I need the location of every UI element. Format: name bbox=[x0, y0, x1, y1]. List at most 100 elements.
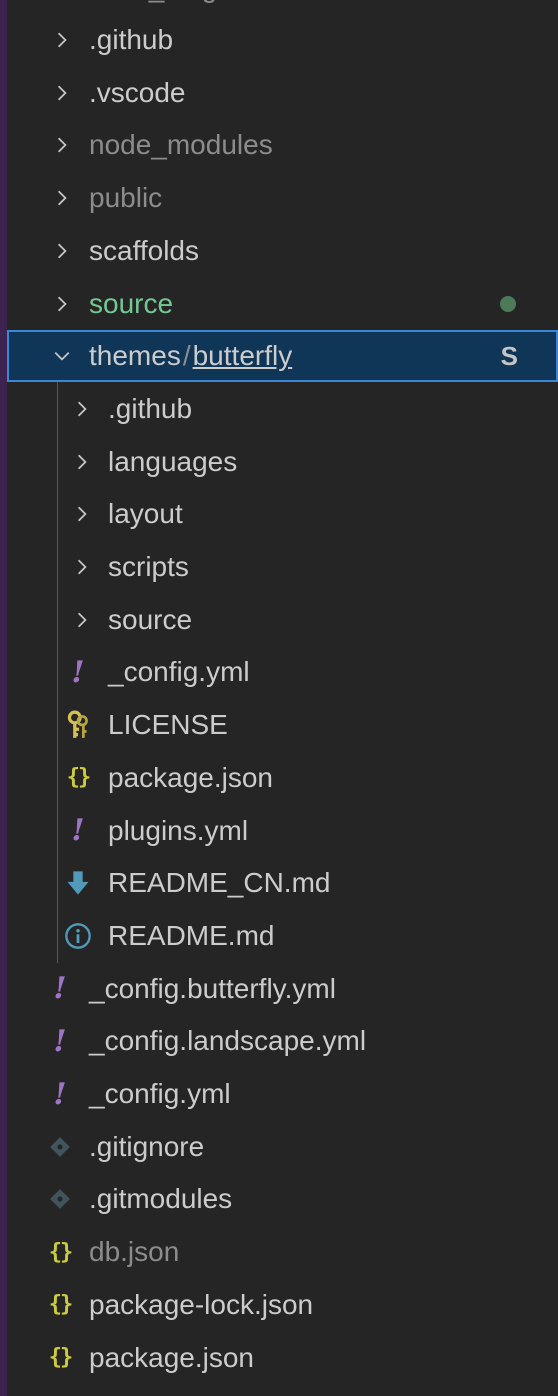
label-text: scripts bbox=[108, 551, 189, 582]
yaml-icon: ! bbox=[71, 654, 85, 690]
label-text: db.json bbox=[89, 1236, 180, 1268]
label-text: scaffolds bbox=[89, 234, 199, 266]
tree-item-source[interactable]: source bbox=[7, 278, 558, 330]
label-text: .gitmodules bbox=[89, 1183, 233, 1215]
chevron-right-icon bbox=[67, 383, 97, 435]
tree-item-label: _config.landscape.yml bbox=[89, 1015, 366, 1067]
tree-item-label: source bbox=[89, 278, 173, 330]
tree-item-plugins-yml-nested[interactable]: ! plugins.yml bbox=[7, 805, 558, 857]
tree-item-github[interactable]: .github bbox=[7, 14, 558, 66]
tree-item-label: source bbox=[108, 594, 192, 646]
tree-item-readme-cn-md-nested[interactable]: README_CN.md bbox=[7, 857, 558, 909]
tree-item-label: scripts bbox=[108, 541, 189, 593]
label-text: .github bbox=[89, 24, 174, 55]
tree-item-config-landscape-yml[interactable]: ! _config.landscape.yml bbox=[7, 1015, 558, 1067]
tree-item-label: README_CN.md bbox=[108, 857, 330, 909]
tree-item-scaffolds[interactable]: scaffolds bbox=[7, 225, 558, 277]
git-icon bbox=[45, 1121, 75, 1173]
tree-item-label: package.json bbox=[108, 752, 273, 804]
tree-item-label: .gitmodules bbox=[89, 1173, 232, 1225]
chevron-right-icon bbox=[67, 541, 97, 593]
tree-item-label: plugins.yml bbox=[108, 805, 248, 857]
chevron-right-icon bbox=[47, 278, 77, 330]
tree-item-gitmodules[interactable]: .gitmodules bbox=[7, 1173, 558, 1225]
chevron-right-icon bbox=[67, 436, 97, 488]
json-icon: {} bbox=[48, 1239, 73, 1265]
tree-item-gitignore[interactable]: .gitignore bbox=[7, 1121, 558, 1173]
submodule-name[interactable]: butterfly bbox=[193, 340, 293, 371]
label-text: README_CN.md bbox=[108, 867, 331, 899]
label-text: LICENSE bbox=[108, 709, 228, 741]
yaml-icon: ! bbox=[53, 1076, 67, 1112]
tree-item-scripts-nested[interactable]: scripts bbox=[7, 541, 558, 593]
json-icon: {} bbox=[48, 1292, 73, 1318]
tree-item-label: package.json bbox=[89, 1332, 254, 1384]
label-text: package.json bbox=[108, 761, 274, 793]
yaml-icon: ! bbox=[53, 971, 67, 1007]
label-text: layout bbox=[108, 498, 183, 530]
activity-edge bbox=[0, 0, 7, 1396]
chevron-right-icon bbox=[47, 225, 77, 277]
submodule-badge: S bbox=[500, 341, 518, 372]
label-text: _config.butterfly.yml bbox=[89, 972, 336, 1004]
json-icon: {} bbox=[48, 1345, 73, 1370]
label-text: _config.yml bbox=[89, 1078, 231, 1109]
tree-item-languages-nested[interactable]: languages bbox=[7, 436, 558, 488]
label-text: _config.landscape.yml bbox=[89, 1025, 367, 1057]
tree-item-node-modules[interactable]: node_modules bbox=[7, 119, 558, 171]
chevron-right-icon bbox=[47, 67, 77, 119]
tree-item-vscode[interactable]: .vscode bbox=[7, 67, 558, 119]
label-text: themes bbox=[89, 340, 181, 372]
tree-item-label: _config.yml bbox=[89, 1068, 231, 1120]
label-text: public bbox=[89, 182, 163, 214]
tree-item-layout-nested[interactable]: layout bbox=[7, 488, 558, 540]
tree-item-label: languages bbox=[108, 436, 237, 488]
markdown-download-icon bbox=[63, 857, 93, 909]
tree-item-package-json-nested[interactable]: {} package.json bbox=[7, 752, 558, 804]
chevron-right-icon bbox=[47, 119, 77, 171]
label-text: plugins.yml bbox=[108, 814, 249, 846]
label-text: package.json bbox=[89, 1341, 255, 1373]
tree-item-source-nested[interactable]: source bbox=[7, 594, 558, 646]
chevron-right-icon bbox=[47, 14, 77, 66]
label-text: package-lock.json bbox=[89, 1288, 314, 1320]
tree-item-label: scaffolds bbox=[89, 225, 199, 277]
chevron-right-icon bbox=[67, 594, 97, 646]
yaml-icon: ! bbox=[53, 1023, 67, 1059]
git-icon bbox=[45, 1173, 75, 1225]
json-icon: {} bbox=[66, 765, 91, 791]
tree-item-package-lock-json[interactable]: {} package-lock.json bbox=[7, 1279, 558, 1331]
tree-item-public[interactable]: public bbox=[7, 172, 558, 224]
tree-item-license-nested[interactable]: LICENSE bbox=[7, 699, 558, 751]
label-text: source bbox=[89, 287, 174, 319]
tree-item-db-json[interactable]: {} db.json bbox=[7, 1226, 558, 1278]
tree-item-label: _config.butterfly.yml bbox=[89, 963, 336, 1015]
tree-item-github-nested[interactable]: .github bbox=[7, 383, 558, 435]
tree-item-themes[interactable]: themes/butterfly S bbox=[7, 330, 558, 383]
tree-item-label: node_modules bbox=[89, 119, 273, 171]
tree-item-config-butterfly-yml[interactable]: ! _config.butterfly.yml bbox=[7, 963, 558, 1015]
path-separator: / bbox=[182, 340, 191, 372]
label-text: source bbox=[108, 603, 193, 635]
chevron-right-icon bbox=[47, 172, 77, 224]
label-text: .vscode bbox=[89, 76, 186, 108]
tree-item-label: public bbox=[89, 172, 162, 224]
tree-item-config-yml-nested[interactable]: ! _config.yml bbox=[7, 646, 558, 698]
tree-item-package-json[interactable]: {} package.json bbox=[7, 1332, 558, 1384]
license-key-icon bbox=[63, 699, 93, 751]
tree-item-label: db.json bbox=[89, 1226, 179, 1278]
info-icon bbox=[63, 910, 93, 962]
tree-item-readme-md-nested[interactable]: README.md bbox=[7, 910, 558, 962]
partial-top-item: hexo_blog bbox=[88, 0, 217, 14]
tree-item-label: package-lock.json bbox=[89, 1279, 313, 1331]
label-text: _config.yml bbox=[108, 656, 250, 688]
tree-item-label: _config.yml bbox=[108, 646, 250, 698]
chevron-right-icon bbox=[67, 488, 97, 540]
tree-item-label: LICENSE bbox=[108, 699, 228, 751]
tree-item-label: .vscode bbox=[89, 67, 186, 119]
tree-item-label: themes/butterfly bbox=[89, 330, 292, 382]
label-text: README.md bbox=[108, 919, 275, 951]
yaml-icon: ! bbox=[71, 813, 85, 848]
tree-item-config-yml[interactable]: ! _config.yml bbox=[7, 1068, 558, 1120]
modified-status-dot bbox=[500, 295, 516, 312]
